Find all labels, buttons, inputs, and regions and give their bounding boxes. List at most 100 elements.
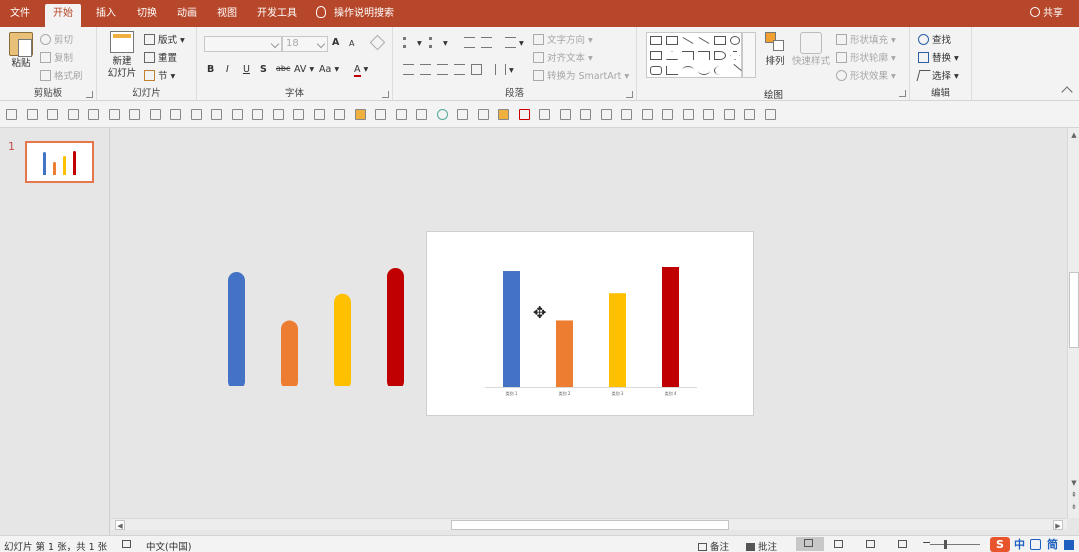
toolbar-tool-icon[interactable] xyxy=(641,109,653,120)
reset-button[interactable]: 重置 xyxy=(144,50,177,64)
layout-button[interactable]: 版式 ▾ xyxy=(144,32,185,46)
shrink-font-button[interactable]: A xyxy=(349,39,354,48)
arrow-line-shape-icon[interactable] xyxy=(698,37,710,44)
share-button[interactable]: 共享 xyxy=(1030,4,1063,24)
toolbar-tool-icon[interactable] xyxy=(88,109,99,120)
comments-button[interactable]: 批注 xyxy=(746,539,777,552)
increase-indent-button[interactable] xyxy=(481,37,495,49)
reading-view-button[interactable] xyxy=(866,539,878,550)
section-button[interactable]: 节 ▾ xyxy=(144,68,175,82)
zoom-out-button[interactable]: − xyxy=(922,536,931,549)
horizontal-scrollbar[interactable]: ◀ ▶ xyxy=(111,518,1067,530)
toolbar-tool-icon[interactable] xyxy=(211,109,222,120)
tab-developer[interactable]: 开发工具 xyxy=(249,4,305,27)
align-left-button[interactable] xyxy=(403,64,417,76)
tab-insert[interactable]: 插入 xyxy=(88,4,124,27)
toolbar-tool-icon[interactable] xyxy=(47,109,58,120)
shape-outline-button[interactable]: 形状轮廓 ▾ xyxy=(836,50,896,64)
bullets-button[interactable]: ▾ xyxy=(403,37,422,49)
collapse-ribbon-icon[interactable] xyxy=(1061,86,1073,98)
line-shape-icon[interactable] xyxy=(682,37,694,44)
toolbar-tool-icon[interactable] xyxy=(375,109,386,120)
toolbar-tool-icon[interactable] xyxy=(272,109,284,120)
tab-file[interactable]: 文件 xyxy=(2,4,38,27)
toolbar-tool-icon[interactable] xyxy=(682,109,694,120)
font-launcher-icon[interactable] xyxy=(382,91,389,98)
toolbar-tool-icon[interactable] xyxy=(662,109,673,120)
grow-font-button[interactable]: A xyxy=(332,37,339,48)
textbox-shape-icon[interactable] xyxy=(650,36,662,45)
toolbar-tool-icon[interactable] xyxy=(539,109,550,120)
quick-styles-button[interactable]: 快速样式 xyxy=(790,32,832,68)
toolbar-tool-icon[interactable] xyxy=(149,109,161,120)
toolbar-tool-icon[interactable] xyxy=(436,109,448,120)
underline-button[interactable]: U xyxy=(243,64,250,75)
toolbar-tool-icon[interactable] xyxy=(395,109,407,120)
next-slide-icon[interactable]: ⇟ xyxy=(1069,502,1079,512)
toolbar-tool-icon[interactable] xyxy=(354,109,366,120)
textbox-vertical-shape-icon[interactable] xyxy=(666,36,678,45)
curve-shape-icon[interactable] xyxy=(698,66,710,75)
numbering-button[interactable]: ▾ xyxy=(429,37,448,49)
justify-button[interactable] xyxy=(454,64,468,76)
slide-thumbnail[interactable] xyxy=(25,141,94,183)
previous-slide-icon[interactable]: ⇞ xyxy=(1069,490,1079,500)
convert-smartart-button[interactable]: 转换为 SmartArt ▾ xyxy=(533,68,629,82)
cut-button[interactable]: 剪切 xyxy=(40,32,73,46)
toolbar-tool-icon[interactable] xyxy=(477,109,489,120)
decrease-indent-button[interactable] xyxy=(464,37,478,49)
toolbar-tool-icon[interactable] xyxy=(170,109,181,120)
toolbar-tool-icon[interactable] xyxy=(6,109,17,120)
scroll-up-icon[interactable]: ▲ xyxy=(1069,130,1079,140)
italic-button[interactable]: I xyxy=(226,64,229,75)
drawing-launcher-icon[interactable] xyxy=(899,90,906,97)
toolbar-tool-icon[interactable] xyxy=(416,109,427,120)
toolbar-tool-icon[interactable] xyxy=(764,109,776,120)
toolbar-tool-icon[interactable] xyxy=(313,109,325,120)
tab-transitions[interactable]: 切换 xyxy=(129,4,165,27)
align-text-button[interactable]: 对齐文本 ▾ xyxy=(533,50,593,64)
align-right-button[interactable] xyxy=(437,64,451,76)
zoom-slider[interactable] xyxy=(930,544,980,545)
toolbar-tool-icon[interactable] xyxy=(518,109,530,120)
triangle-shape-icon[interactable] xyxy=(666,51,678,60)
tab-home[interactable]: 开始 xyxy=(45,4,81,27)
tab-view[interactable]: 视图 xyxy=(209,4,245,27)
clipboard-launcher-icon[interactable] xyxy=(86,91,93,98)
toolbar-tool-icon[interactable] xyxy=(621,109,632,120)
normal-view-button[interactable] xyxy=(796,537,824,551)
columns-button[interactable]: ▾ xyxy=(495,64,514,76)
arc-shape-icon[interactable] xyxy=(682,66,694,75)
corner-shape-icon[interactable] xyxy=(666,66,678,75)
font-size-combo[interactable]: 18 xyxy=(282,36,328,52)
keyboard-icon[interactable] xyxy=(1030,539,1041,550)
char-spacing-button[interactable]: AV ▾ xyxy=(294,64,314,75)
rounded-rect-shape-icon[interactable] xyxy=(650,66,662,75)
toolbar-tool-icon[interactable] xyxy=(457,109,468,120)
change-case-button[interactable]: Aa ▾ xyxy=(319,64,339,75)
toolbar-tool-icon[interactable] xyxy=(67,109,79,120)
paragraph-launcher-icon[interactable] xyxy=(626,91,633,98)
toolbar-tool-icon[interactable] xyxy=(334,109,345,120)
elbow-connector-shape-icon[interactable] xyxy=(698,51,710,60)
select-button[interactable]: 选择 ▾ xyxy=(916,68,959,82)
notes-button[interactable]: 备注 xyxy=(698,539,729,552)
clear-format-button[interactable] xyxy=(369,34,386,51)
brace-shape-icon[interactable] xyxy=(714,66,726,75)
align-center-button[interactable] xyxy=(420,64,434,76)
down-arrow-shape-icon[interactable] xyxy=(730,51,740,60)
horizontal-scroll-thumb[interactable] xyxy=(451,520,729,530)
toolbar-tool-icon[interactable] xyxy=(744,109,755,120)
slide[interactable]: 类别 1 类别 2 类别 3 类别 4 xyxy=(426,231,754,416)
toolbar-tool-icon[interactable] xyxy=(293,109,304,120)
tab-animations[interactable]: 动画 xyxy=(169,4,205,27)
copy-button[interactable]: 复制 xyxy=(40,50,73,64)
toolbar-tool-icon[interactable] xyxy=(600,109,612,120)
arrange-button[interactable]: 排列 xyxy=(762,32,788,68)
vertical-scroll-thumb[interactable] xyxy=(1069,272,1079,348)
diagonal-shape-icon[interactable] xyxy=(728,63,742,78)
toolbar-tool-icon[interactable] xyxy=(580,109,591,120)
oval-shape-icon[interactable] xyxy=(730,36,740,45)
scroll-down-icon[interactable]: ▼ xyxy=(1069,478,1079,488)
replace-button[interactable]: 替换 ▾ xyxy=(918,50,959,64)
